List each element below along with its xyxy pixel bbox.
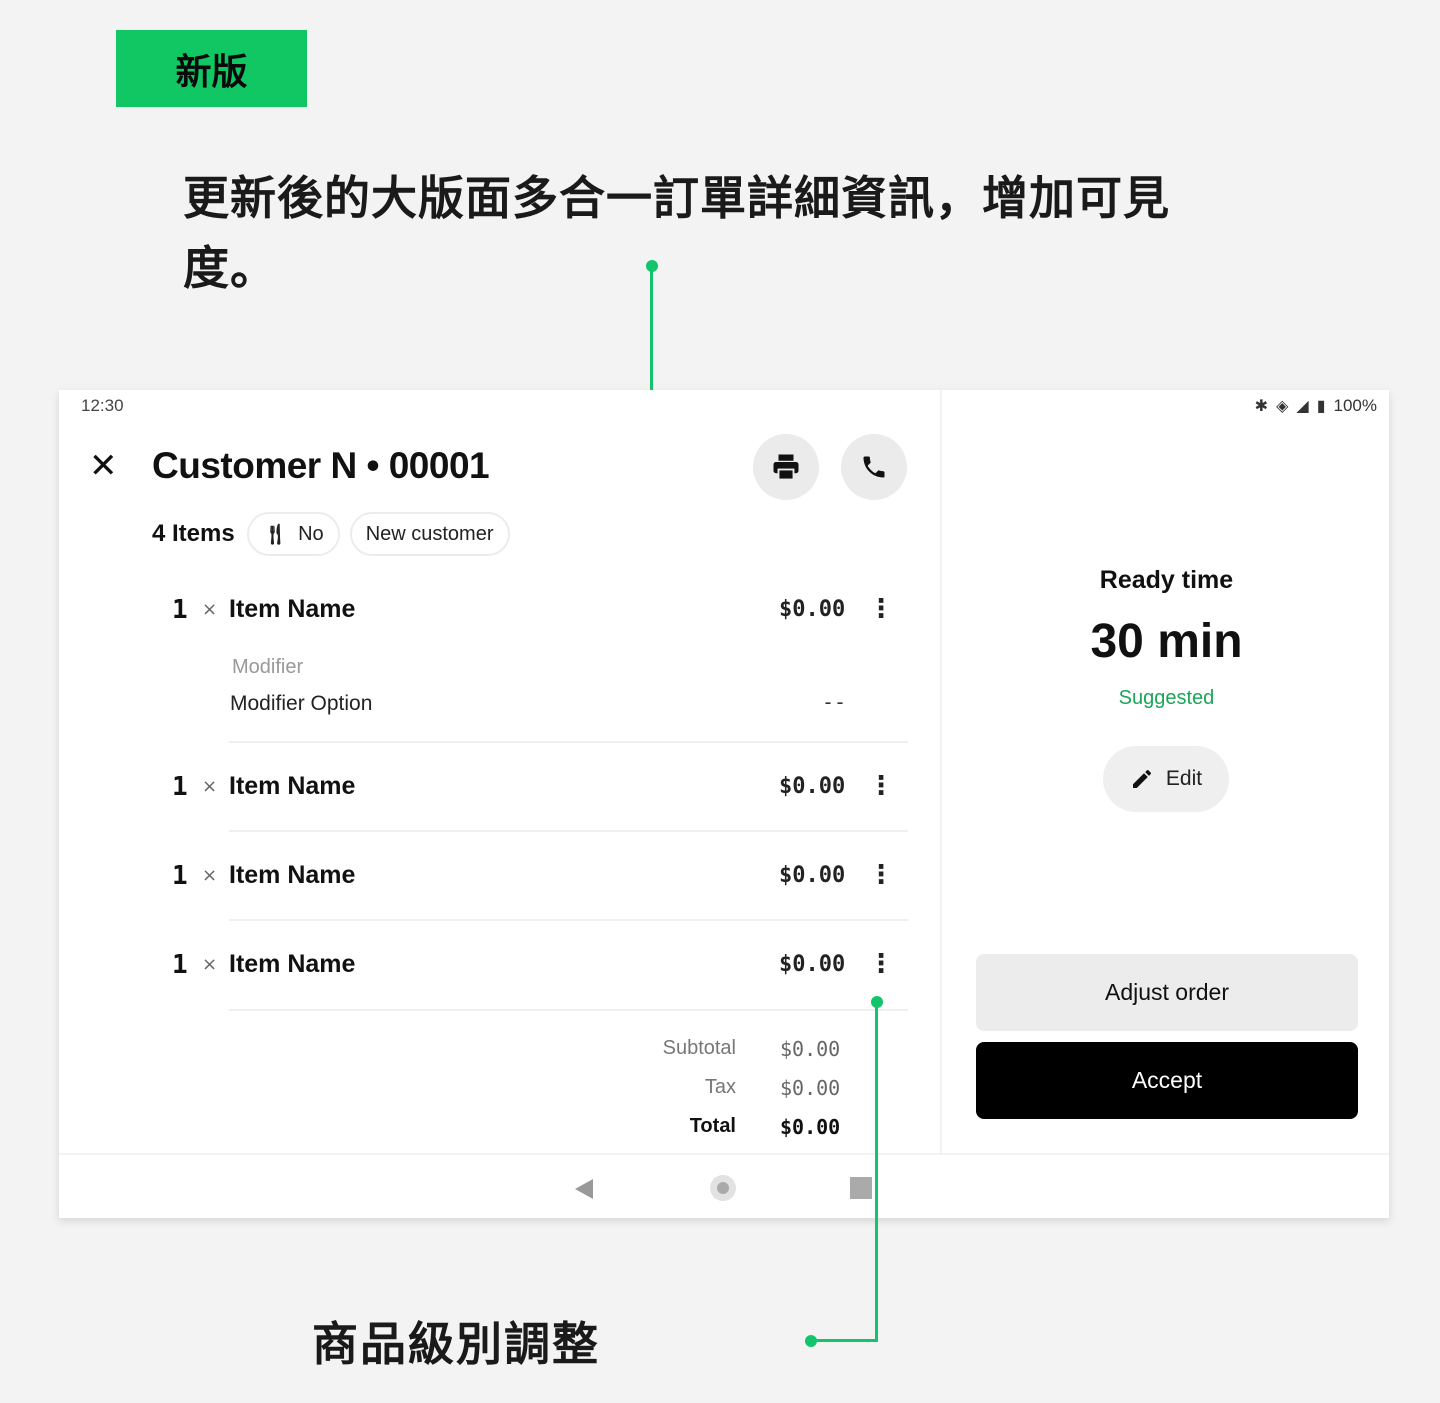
phone-icon (863, 456, 885, 478)
modifier-option: Modifier Option (230, 692, 373, 715)
pencil-icon (1132, 770, 1151, 788)
caption-text: 商品級別調整 (312, 1317, 600, 1371)
item-qty: 1 (172, 772, 188, 802)
kebab-menu-icon[interactable]: ⋮ (868, 770, 894, 802)
utensils-label: No (298, 522, 324, 545)
item-price: $0.00 (779, 774, 846, 799)
item-price: $0.00 (779, 952, 846, 977)
print-icon (773, 454, 799, 481)
call-button[interactable] (841, 434, 907, 500)
tablet-screen: 12:30 ✱ ◈ ◢ ▮ 100% ✕ Customer N • 00001 … (59, 390, 1389, 1218)
accept-button[interactable]: Accept (976, 1042, 1358, 1119)
total-value: $0.00 (780, 1115, 841, 1139)
status-time: 12:30 (81, 396, 124, 415)
times-icon: × (202, 954, 218, 975)
kebab-menu-icon[interactable]: ⋮ (868, 593, 894, 625)
connector-line-horizontal (812, 1339, 878, 1342)
nav-back-icon[interactable] (575, 1179, 593, 1199)
headline-text: 更新後的大版面多合一訂單詳細資訊，增加可見度。 (183, 171, 1170, 295)
utensils-icon: 🍴︎ (262, 523, 289, 546)
item-qty: 1 (172, 861, 188, 891)
item-price: $0.00 (779, 863, 846, 888)
modifier-label: Modifier (232, 656, 304, 678)
edit-ready-time-button[interactable]: Edit (1103, 746, 1229, 812)
close-icon[interactable]: ✕ (89, 446, 118, 486)
item-divider (229, 919, 908, 921)
new-version-badge: 新版 (116, 30, 307, 107)
modifier-price: -- (822, 690, 847, 714)
times-icon: × (202, 599, 218, 620)
item-divider (229, 830, 908, 832)
item-divider (229, 1009, 908, 1011)
suggested-label: Suggested (1118, 687, 1215, 709)
tax-value: $0.00 (780, 1076, 841, 1100)
item-name: Item Name (229, 595, 356, 623)
nav-recent-icon[interactable] (850, 1177, 872, 1199)
item-name: Item Name (229, 950, 356, 978)
times-icon: × (202, 865, 218, 886)
order-meta: 4 Items 🍴︎ No New customer (152, 512, 510, 556)
order-title: Customer N • 00001 (152, 445, 490, 486)
ready-time-label: Ready time (1099, 566, 1234, 594)
item-qty: 1 (172, 595, 188, 625)
subtotal-label: Subtotal (662, 1037, 736, 1059)
subtotal-value: $0.00 (780, 1037, 841, 1061)
print-button[interactable] (753, 434, 819, 500)
item-price: $0.00 (779, 597, 846, 622)
ready-time-value: 30 min (1090, 615, 1243, 668)
item-divider (229, 741, 908, 743)
total-label: Total (689, 1115, 736, 1137)
kebab-menu-icon[interactable]: ⋮ (868, 859, 894, 891)
connector-dot-caption (805, 1335, 817, 1347)
item-name: Item Name (229, 861, 356, 889)
adjust-order-button[interactable]: Adjust order (976, 954, 1358, 1031)
tax-label: Tax (704, 1076, 736, 1098)
customer-tag: New customer (349, 512, 510, 556)
utensils-pill: 🍴︎ No (246, 512, 340, 556)
customer-tag-label: New customer (365, 522, 494, 545)
item-name: Item Name (229, 772, 356, 800)
kebab-menu-icon[interactable]: ⋮ (868, 948, 894, 980)
edit-label: Edit (1165, 767, 1203, 790)
items-count: 4 Items (152, 520, 235, 547)
nav-home-icon[interactable] (710, 1175, 736, 1201)
times-icon: × (202, 776, 218, 797)
system-nav-bar (59, 1153, 1389, 1220)
ready-time-pane: Ready time 30 min Suggested Edit Adjust … (940, 390, 1391, 1153)
item-qty: 1 (172, 950, 188, 980)
connector-line-vertical (875, 1002, 878, 1342)
